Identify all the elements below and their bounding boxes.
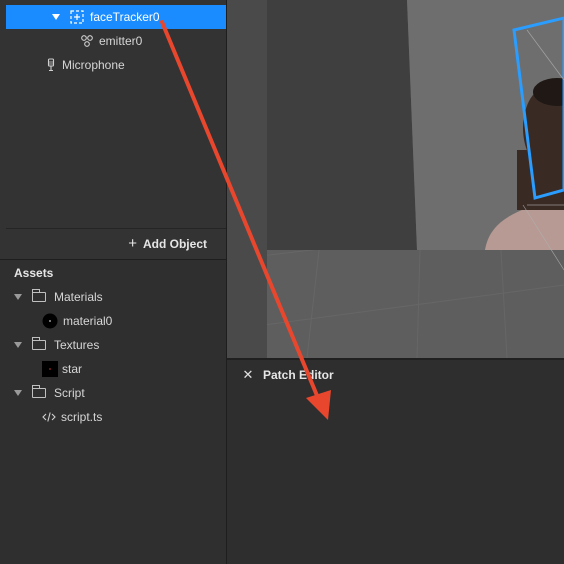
scene-item-facetracker0[interactable]: faceTracker0 — [6, 5, 227, 29]
patch-editor-title: Patch Editor — [263, 368, 334, 382]
material-icon — [42, 313, 58, 329]
close-icon[interactable]: ✕ — [241, 368, 255, 382]
asset-folder-textures[interactable]: Textures — [14, 333, 227, 357]
asset-item-material0[interactable]: material0 — [42, 309, 227, 333]
asset-folder-label: Materials — [54, 290, 103, 304]
folder-icon — [32, 289, 46, 302]
expand-triangle-icon[interactable] — [14, 342, 22, 348]
expand-triangle-icon[interactable] — [52, 14, 60, 20]
asset-folder-label: Script — [54, 386, 85, 400]
asset-item-label: star — [62, 362, 83, 376]
assets-title: Assets — [14, 266, 54, 280]
scene-item-label: Microphone — [62, 58, 125, 72]
viewport-3d[interactable] — [227, 0, 564, 358]
asset-item-script-ts[interactable]: script.ts — [42, 405, 227, 429]
patch-editor-panel[interactable]: ✕ Patch Editor — [227, 358, 564, 564]
add-object-label: Add Object — [142, 236, 207, 251]
scene-item-emitter0[interactable]: emitter0 — [6, 29, 227, 53]
expand-triangle-icon[interactable] — [14, 390, 22, 396]
asset-folder-script[interactable]: Script — [14, 381, 227, 405]
asset-item-star[interactable]: star — [42, 357, 227, 381]
asset-folder-label: Textures — [54, 338, 100, 352]
emitter-icon — [80, 34, 94, 48]
asset-folder-materials[interactable]: Materials — [14, 285, 227, 309]
add-object-button[interactable]: + Add Object — [6, 228, 227, 258]
folder-icon — [32, 337, 46, 350]
face-tracker-icon — [70, 10, 84, 24]
texture-thumbnail — [42, 361, 58, 377]
scene-item-label: emitter0 — [99, 34, 143, 48]
plus-icon: + — [128, 235, 137, 252]
asset-item-label: script.ts — [61, 410, 103, 424]
assets-panel: Assets Materials material0 Textures star… — [0, 260, 227, 564]
asset-item-label: material0 — [63, 314, 113, 328]
code-icon — [42, 410, 56, 424]
scene-panel: faceTracker0 emitter0 Microphone + Add O… — [0, 0, 227, 259]
folder-icon — [32, 385, 46, 398]
scene-item-label: faceTracker0 — [90, 10, 160, 24]
viewport-scene — [227, 0, 564, 358]
microphone-icon — [44, 58, 58, 72]
scene-item-microphone[interactable]: Microphone — [6, 53, 227, 77]
expand-triangle-icon[interactable] — [14, 294, 22, 300]
